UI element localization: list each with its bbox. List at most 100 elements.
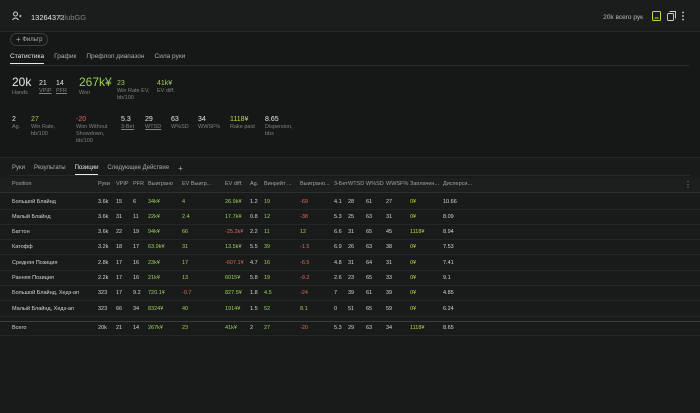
cell-won: 21k¥ bbox=[148, 275, 160, 281]
stat-dispersion: 8.65 Dispersion, bbs bbox=[265, 116, 293, 137]
cell-wsd: 63 bbox=[366, 214, 373, 220]
tab-hands[interactable]: Руки bbox=[12, 165, 25, 175]
cell-ag: 1.8 bbox=[250, 290, 258, 296]
column-header-won-without-sd[interactable]: Выиграно... bbox=[300, 181, 330, 187]
tab-graph[interactable]: График bbox=[54, 53, 76, 64]
column-header-ev-diff[interactable]: EV diff. bbox=[225, 181, 243, 187]
cell-position: Малый Блайнд, Хедз-ап bbox=[12, 306, 74, 312]
cell-position: Всего bbox=[12, 325, 27, 331]
cell-ev-won: 13 bbox=[182, 275, 189, 281]
cell-ev-diff: -25.2k¥ bbox=[225, 229, 244, 235]
stat-vpip: 21 VPIP bbox=[39, 80, 52, 94]
column-header-ag[interactable]: Ag. bbox=[250, 181, 258, 187]
cell-dispersion: 8.09 bbox=[443, 214, 454, 220]
cell-wtsd: 25 bbox=[348, 214, 355, 220]
column-header-vpip[interactable]: VPIP bbox=[116, 181, 129, 187]
filter-button[interactable]: + Фильтр bbox=[10, 33, 48, 46]
stat-won: 267k¥ Won bbox=[79, 75, 112, 96]
cell-won: 34k¥ bbox=[148, 199, 160, 205]
cell-position: Катофф bbox=[12, 244, 33, 250]
column-header-position[interactable]: Position bbox=[12, 181, 32, 187]
cell-ev-won: 4 bbox=[182, 199, 186, 205]
cell-wtsd: 39 bbox=[348, 290, 355, 296]
cell-wwsf: 59 bbox=[386, 306, 393, 312]
column-header-ev-won[interactable]: EV Выигр... bbox=[182, 181, 211, 187]
cell-wsd: 63 bbox=[366, 244, 373, 250]
cell-wtsd: 31 bbox=[348, 229, 355, 235]
cell-ev-diff: 1914¥ bbox=[225, 306, 241, 312]
tab-results[interactable]: Результаты bbox=[34, 165, 66, 175]
cell-ag: 0.8 bbox=[250, 214, 258, 220]
cell-vpip: 31 bbox=[116, 214, 123, 220]
cell-position: Средняя Позиция bbox=[12, 260, 58, 266]
tab-preflop-range[interactable]: Префлоп диапазон bbox=[86, 53, 144, 64]
cell-rake-paid: 1118¥ bbox=[410, 229, 425, 235]
column-header-win-rate[interactable]: Винрейт ... bbox=[264, 181, 292, 187]
cell-hands: 2.8k bbox=[98, 260, 109, 266]
column-header-rake-paid[interactable]: Заплачен... bbox=[410, 181, 439, 187]
cell-wsd: 65 bbox=[366, 275, 373, 281]
cell-ag: 5.8 bbox=[250, 275, 258, 281]
cell-pfr: 16 bbox=[133, 275, 140, 281]
cell-pfr: 16 bbox=[133, 260, 140, 266]
cell-vpip: 18 bbox=[116, 244, 123, 250]
cell-rake-paid: 0¥ bbox=[410, 290, 417, 296]
cell-wsd: 64 bbox=[366, 260, 373, 266]
cell-vpip: 17 bbox=[116, 260, 123, 266]
tab-hand-strength[interactable]: Сила руки bbox=[155, 53, 186, 64]
column-header-hands[interactable]: Руки bbox=[98, 181, 110, 187]
stat-3bet: 5.3 3-Bet bbox=[121, 116, 135, 130]
cell-position: Баттон bbox=[12, 229, 30, 235]
cell-ev-diff: 6015¥ bbox=[225, 275, 241, 281]
cell-win-rate: 19 bbox=[264, 199, 271, 205]
cell-win-rate: 27 bbox=[264, 325, 271, 331]
player-icon bbox=[12, 11, 22, 21]
cell-wtsd: 51 bbox=[348, 306, 355, 312]
tab-positions[interactable]: Позиции bbox=[74, 165, 99, 175]
cell-wsd: 61 bbox=[366, 199, 373, 205]
column-header-3bet[interactable]: 3-Бет bbox=[334, 181, 348, 187]
column-header-pfr[interactable]: PFR bbox=[133, 181, 144, 187]
cell-won: 23k¥ bbox=[148, 260, 160, 266]
cell-dispersion: 9.1 bbox=[443, 275, 451, 281]
cell-dispersion: 4.85 bbox=[443, 290, 454, 296]
cell-rake-paid: 0¥ bbox=[410, 244, 417, 250]
cell-wsd: 61 bbox=[366, 290, 373, 296]
column-header-wtsd[interactable]: WTSD bbox=[348, 181, 364, 187]
cell-ag: 4.7 bbox=[250, 260, 258, 266]
cell-vpip: 22 bbox=[116, 229, 123, 235]
note-icon[interactable] bbox=[652, 11, 662, 21]
column-header-wsd[interactable]: W%SD bbox=[366, 181, 384, 187]
cell-vpip: 17 bbox=[116, 275, 123, 281]
stats-tabs: Статистика График Префлоп диапазон Сила … bbox=[10, 53, 185, 65]
stat-rake-paid: 1118¥ Rake paid bbox=[230, 116, 255, 130]
cell-ag: 1.2 bbox=[250, 199, 258, 205]
cell-hands: 3.2k bbox=[98, 244, 109, 250]
cell-won-without-sd: -1.5 bbox=[300, 244, 310, 250]
copy-icon[interactable] bbox=[667, 11, 677, 21]
column-header-wwsf[interactable]: WWSF% bbox=[386, 181, 408, 187]
cell-pfr: 6 bbox=[133, 199, 137, 205]
plus-icon: + bbox=[16, 35, 21, 44]
add-tab-icon[interactable]: + bbox=[178, 165, 183, 175]
cell-won-without-sd: -38 bbox=[300, 214, 308, 220]
cell-ag: 2 bbox=[250, 325, 254, 331]
cell-ev-won: 17 bbox=[182, 260, 189, 266]
cell-wsd: 65 bbox=[366, 229, 373, 235]
more-options-icon[interactable] bbox=[681, 11, 691, 21]
cell-pfr: 17 bbox=[133, 244, 140, 250]
cell-hands: 2.2k bbox=[98, 275, 109, 281]
stat-wtsd: 29 WTSD bbox=[145, 116, 162, 130]
cell-win-rate: 11 bbox=[264, 229, 270, 235]
tab-statistics[interactable]: Статистика bbox=[10, 53, 45, 64]
column-options-icon[interactable]: ⋮ bbox=[684, 180, 692, 189]
cell-3bet: 0 bbox=[334, 306, 338, 312]
column-header-dispersion[interactable]: Дисперси... bbox=[443, 181, 472, 187]
cell-hands: 323 bbox=[98, 290, 108, 296]
tab-next-action[interactable]: Следующее Действие bbox=[107, 165, 169, 175]
stat-pfr: 14 PFR bbox=[56, 80, 67, 94]
column-header-won[interactable]: Выиграно bbox=[148, 181, 173, 187]
cell-wwsf: 39 bbox=[386, 290, 393, 296]
cell-wwsf: 38 bbox=[386, 244, 393, 250]
cell-ag: 1.5 bbox=[250, 306, 258, 312]
